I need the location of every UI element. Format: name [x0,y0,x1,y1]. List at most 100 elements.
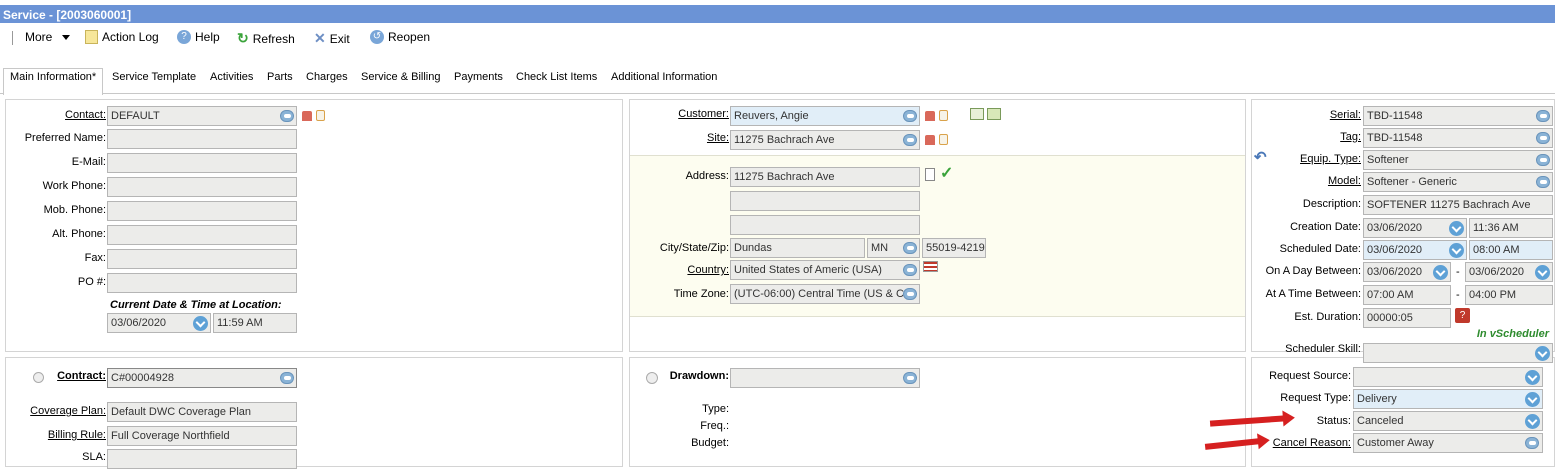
address-line2-field[interactable] [730,191,920,211]
billing-rule-field[interactable]: Full Coverage Northfield [107,426,297,446]
contact-label[interactable]: Contact: [65,109,106,121]
site-label[interactable]: Site: [707,132,729,144]
action-log-button[interactable]: Action Log [85,30,159,44]
refresh-button[interactable]: ↻ Refresh [237,30,295,47]
clear-icon[interactable] [939,134,948,145]
check-icon[interactable]: ✓ [940,163,953,183]
cancel-reason-label[interactable]: Cancel Reason: [1273,437,1351,449]
clear-icon[interactable] [316,110,325,121]
lookup-cloud-icon[interactable] [280,110,294,122]
tab-service-template[interactable]: Service Template [112,71,196,83]
site-field[interactable]: 11275 Bachrach Ave [730,130,920,150]
grid-icon[interactable] [970,108,984,120]
alt-phone-field[interactable] [107,225,297,245]
zip-field[interactable]: 55019-4219 [922,238,986,258]
model-label[interactable]: Model: [1328,175,1361,187]
coverage-plan-label[interactable]: Coverage Plan: [30,405,106,417]
house-icon[interactable] [925,111,935,121]
work-phone-field[interactable] [107,177,297,197]
tag-label[interactable]: Tag: [1340,131,1361,143]
undo-icon[interactable]: ↶ [1254,148,1267,166]
billing-rule-label[interactable]: Billing Rule: [48,429,106,441]
date-picker-icon[interactable] [1535,265,1550,280]
tag-field[interactable]: TBD-11548 [1363,128,1553,148]
equip-type-label[interactable]: Equip. Type: [1300,153,1361,165]
clear-icon[interactable] [939,110,948,121]
lookup-cloud-icon[interactable] [903,242,917,254]
drawdown-radio[interactable] [646,372,658,384]
tab-activities[interactable]: Activities [210,71,253,83]
creation-time-field[interactable]: 11:36 AM [1469,218,1553,238]
date-picker-icon[interactable] [1433,265,1448,280]
contract-field[interactable]: C#00004928 [107,368,297,388]
reopen-button[interactable]: ↺ Reopen [370,30,430,44]
house-icon[interactable] [302,111,312,121]
address-line3-field[interactable] [730,215,920,235]
customer-label[interactable]: Customer: [678,108,729,120]
scheduled-time-field[interactable]: 08:00 AM [1469,240,1553,260]
customer-field[interactable]: Reuvers, Angie [730,106,920,126]
lookup-cloud-icon[interactable] [1536,110,1550,122]
lookup-cloud-icon[interactable] [903,288,917,300]
contract-label[interactable]: Contract: [57,370,106,382]
tab-parts[interactable]: Parts [267,71,293,83]
tab-charges[interactable]: Charges [306,71,348,83]
status-select[interactable]: Canceled [1353,411,1543,431]
fax-field[interactable] [107,249,297,269]
duration-field[interactable]: 00000:05 [1363,308,1451,328]
more-button[interactable]: More [25,30,71,44]
time-from-field[interactable]: 07:00 AM [1363,285,1451,305]
drawdown-field[interactable] [730,368,920,388]
date-picker-icon[interactable] [1449,243,1464,258]
serial-label[interactable]: Serial: [1330,109,1361,121]
date-picker-icon[interactable] [193,316,208,331]
lookup-cloud-icon[interactable] [1536,132,1550,144]
time-to-field[interactable]: 04:00 PM [1465,285,1553,305]
email-field[interactable] [107,153,297,173]
lookup-cloud-icon[interactable] [1525,437,1539,449]
tab-service-billing[interactable]: Service & Billing [361,71,440,83]
tab-check-list-items[interactable]: Check List Items [516,71,597,83]
country-label[interactable]: Country: [687,264,729,276]
lookup-cloud-icon[interactable] [903,134,917,146]
lookup-cloud-icon[interactable] [903,372,917,384]
contract-radio[interactable] [33,372,44,383]
po-field[interactable] [107,273,297,293]
current-time-field[interactable]: 11:59 AM [213,313,297,333]
edit-grid-icon[interactable] [987,108,1001,120]
description-field[interactable]: SOFTENER 11275 Bachrach Ave [1363,195,1553,215]
cancel-reason-field[interactable]: Customer Away [1353,433,1543,453]
help-button[interactable]: ? Help [177,30,220,44]
timezone-field[interactable]: (UTC-06:00) Central Time (US & C [730,284,920,304]
request-type-select[interactable]: Delivery [1353,389,1543,409]
tab-additional-information[interactable]: Additional Information [611,71,717,83]
lookup-cloud-icon[interactable] [1536,154,1550,166]
lookup-cloud-icon[interactable] [903,264,917,276]
date-picker-icon[interactable] [1449,221,1464,236]
equip-type-field[interactable]: Softener [1363,150,1553,170]
lookup-cloud-icon[interactable] [1536,176,1550,188]
document-icon[interactable] [925,168,935,181]
house-icon[interactable] [925,135,935,145]
request-source-select[interactable] [1353,367,1543,387]
tab-payments[interactable]: Payments [454,71,503,83]
lookup-cloud-icon[interactable] [280,372,294,384]
help-icon[interactable]: ? [1455,308,1470,323]
contact-field[interactable]: DEFAULT [107,106,297,126]
sla-field[interactable] [107,449,297,469]
lookup-cloud-icon[interactable] [903,110,917,122]
preferred-name-field[interactable] [107,129,297,149]
model-field[interactable]: Softener - Generic [1363,172,1553,192]
coverage-plan-field[interactable]: Default DWC Coverage Plan [107,402,297,422]
mob-phone-field[interactable] [107,201,297,221]
country-field[interactable]: United States of Americ (USA) [730,260,920,280]
chevron-down-icon[interactable] [1535,346,1550,361]
chevron-down-icon[interactable] [1525,370,1540,385]
exit-button[interactable]: ✕ Exit [314,30,350,47]
address-line1-field[interactable]: 11275 Bachrach Ave [730,167,920,187]
tab-main-information[interactable]: Main Information* [3,68,104,95]
chevron-down-icon[interactable] [1525,414,1540,429]
serial-field[interactable]: TBD-11548 [1363,106,1553,126]
scheduler-skill-select[interactable] [1363,343,1553,363]
city-field[interactable]: Dundas [730,238,865,258]
